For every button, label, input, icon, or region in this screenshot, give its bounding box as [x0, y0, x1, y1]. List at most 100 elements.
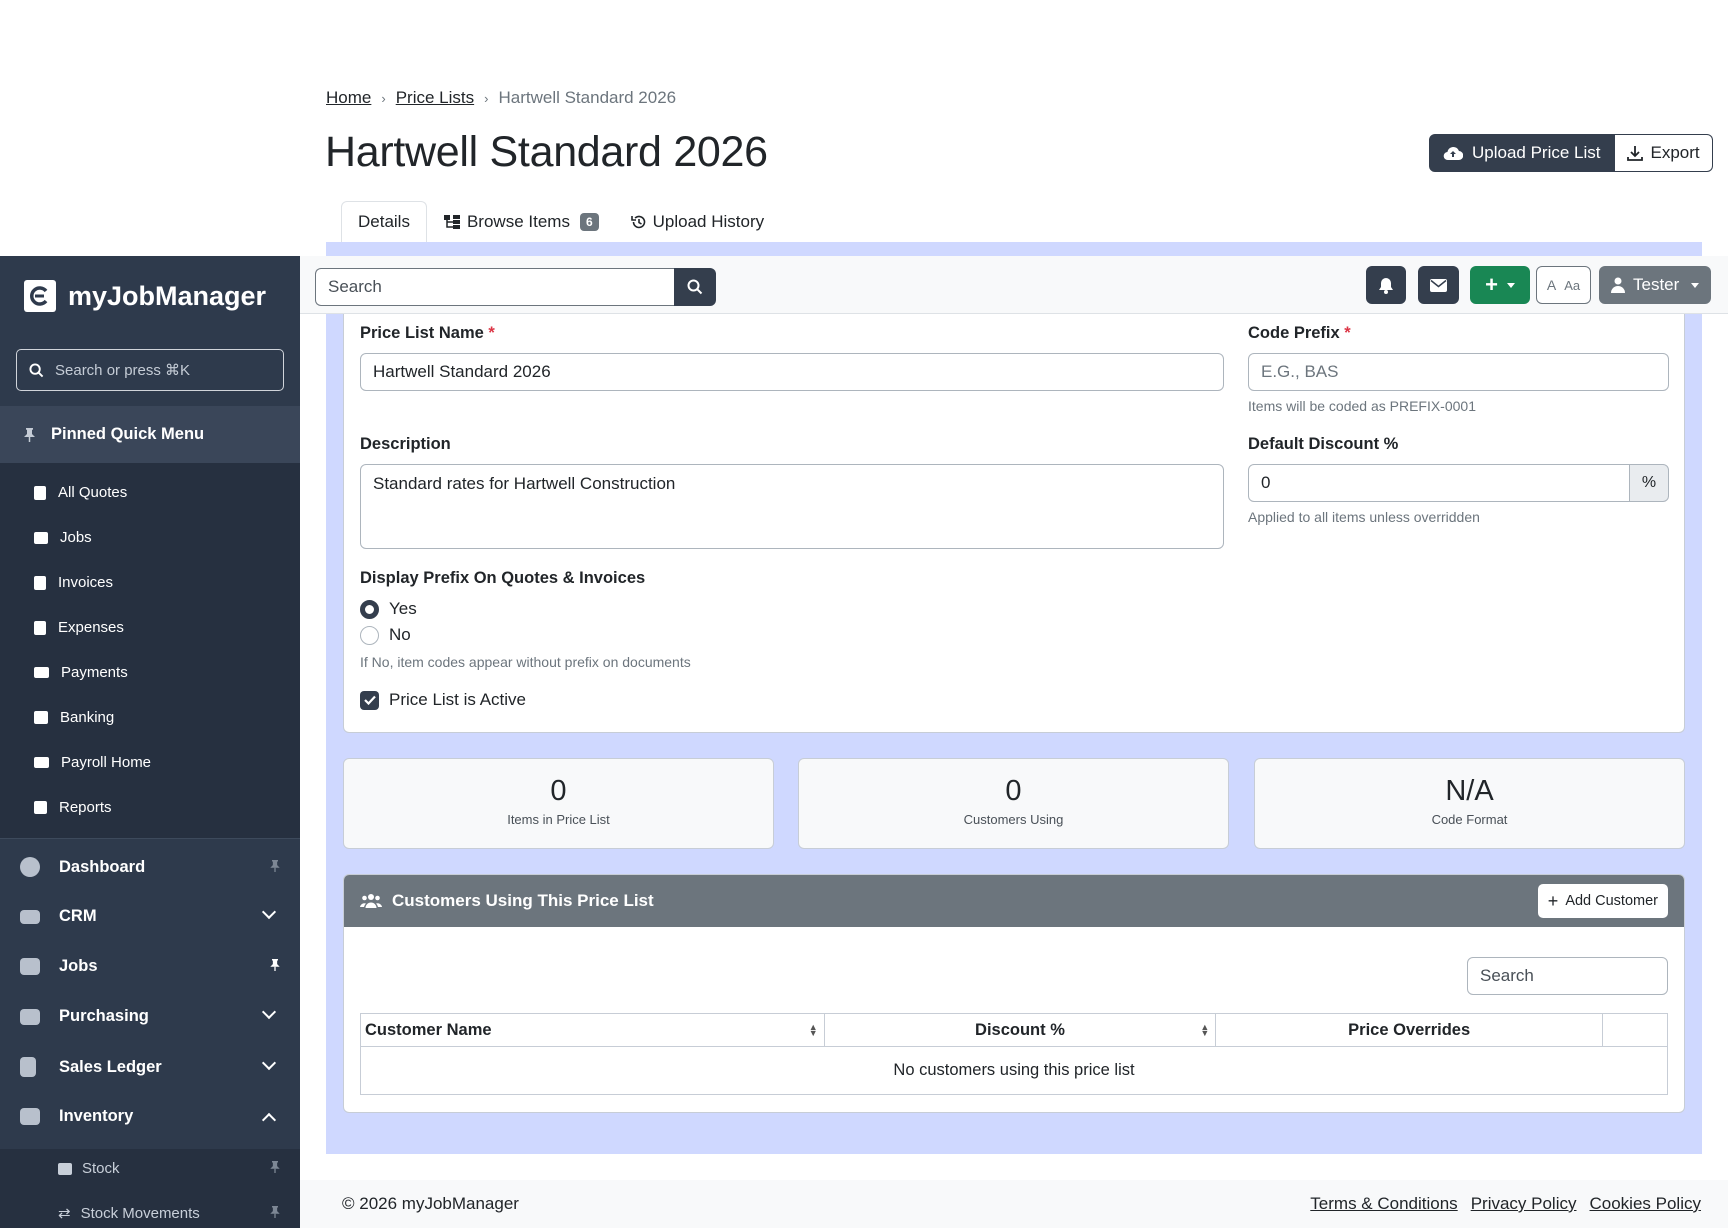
- sidebar-item-jobs[interactable]: Jobs: [34, 529, 92, 546]
- nav-item-sales-ledger[interactable]: Sales Ledger: [20, 1055, 280, 1077]
- gauge-icon: [20, 857, 40, 877]
- sidebar-search-input[interactable]: Search or press ⌘K: [16, 349, 284, 391]
- sidebar-item-reports[interactable]: Reports: [34, 799, 112, 816]
- breadcrumb-price-lists-link[interactable]: Price Lists: [396, 88, 474, 108]
- customers-search-input[interactable]: [1467, 957, 1668, 995]
- breadcrumb-home-link[interactable]: Home: [326, 88, 371, 108]
- radio-yes-button[interactable]: [360, 599, 379, 619]
- sidebar-search-placeholder: Search or press ⌘K: [55, 362, 191, 379]
- sort-icon[interactable]: ▲ ▼: [1200, 1023, 1209, 1038]
- terms-link[interactable]: Terms & Conditions: [1310, 1194, 1457, 1214]
- pinned-quick-menu-toggle[interactable]: Pinned Quick Menu: [0, 406, 300, 463]
- bell-icon: [1379, 277, 1393, 294]
- add-customer-button[interactable]: + Add Customer: [1537, 884, 1668, 918]
- customers-table: Customer Name ▲ ▼ Discount % ▲ ▼ Price Overr…: [360, 1013, 1668, 1095]
- cart-icon: [20, 1008, 40, 1025]
- sidebar-item-payments[interactable]: Payments: [34, 664, 128, 681]
- export-button[interactable]: Export: [1614, 134, 1713, 172]
- default-discount-input[interactable]: [1248, 464, 1630, 502]
- default-discount-help: Applied to all items unless overridden: [1248, 509, 1480, 525]
- font-size-toggle[interactable]: A Aa: [1536, 266, 1591, 304]
- font-large-label: Aa: [1564, 277, 1581, 293]
- global-search-input[interactable]: [315, 268, 675, 306]
- sidebar-item-stock-movements[interactable]: ⇄ Stock Movements: [58, 1204, 280, 1222]
- description-textarea[interactable]: Standard rates for Hartwell Construction: [360, 464, 1224, 549]
- display-prefix-label: Display Prefix On Quotes & Invoices: [360, 569, 646, 587]
- radio-yes-label: Yes: [389, 599, 417, 618]
- receipt-icon: [34, 620, 46, 635]
- nav-item-crm[interactable]: CRM: [20, 904, 280, 926]
- font-small-label: A: [1546, 277, 1557, 293]
- column-customer-name[interactable]: Customer Name ▲ ▼: [360, 1013, 825, 1047]
- money-check-icon: [34, 667, 49, 678]
- customers-card-title: Customers Using This Price List: [392, 891, 654, 910]
- active-checkbox-label: Price List is Active: [389, 690, 526, 709]
- tab-upload-history-label: Upload History: [652, 211, 765, 231]
- pin-icon[interactable]: [270, 1205, 280, 1222]
- search-icon: [687, 279, 703, 295]
- caret-down-icon: [1506, 282, 1515, 288]
- radio-yes[interactable]: Yes: [360, 599, 417, 619]
- nav-item-jobs[interactable]: Jobs: [20, 957, 280, 976]
- chevron-right-icon: ›: [381, 90, 386, 106]
- default-discount-label: Default Discount %: [1248, 435, 1399, 453]
- table-row: No customers using this price list: [360, 1046, 1668, 1095]
- user-menu-button[interactable]: Tester: [1599, 266, 1712, 304]
- messages-button[interactable]: [1418, 266, 1459, 304]
- chart-line-icon: [34, 801, 47, 814]
- quick-add-button[interactable]: +: [1470, 266, 1530, 304]
- tab-details-label: Details: [358, 212, 410, 231]
- stat-label: Customers Using: [963, 812, 1064, 827]
- stat-value: N/A: [1445, 775, 1494, 807]
- radio-no[interactable]: No: [360, 625, 411, 645]
- radio-no-button[interactable]: [360, 625, 379, 645]
- boxes-icon: [58, 1162, 72, 1175]
- sidebar-item-banking[interactable]: Banking: [34, 709, 114, 726]
- sidebar-item-expenses[interactable]: Expenses: [34, 619, 124, 636]
- briefcase-icon: [34, 531, 48, 544]
- notifications-button[interactable]: [1366, 266, 1406, 304]
- sidebar-item-payroll-home[interactable]: Payroll Home: [34, 754, 151, 771]
- pin-icon[interactable]: [270, 957, 280, 976]
- active-checkbox[interactable]: [360, 690, 379, 710]
- price-list-name-input[interactable]: [360, 353, 1224, 391]
- plus-icon: +: [1485, 272, 1498, 297]
- breadcrumb: Home › Price Lists › Hartwell Standard 2…: [326, 88, 676, 108]
- sort-icon[interactable]: ▲ ▼: [809, 1023, 818, 1038]
- breadcrumb-current: Hartwell Standard 2026: [498, 88, 677, 107]
- tab-browse-items[interactable]: Browse Items 6: [427, 201, 615, 242]
- tab-details[interactable]: Details: [341, 201, 427, 242]
- footer: © 2026 myJobManager Terms & Conditions P…: [300, 1180, 1728, 1228]
- sidebar-item-all-quotes[interactable]: All Quotes: [34, 484, 127, 501]
- sidebar-item-stock[interactable]: Stock: [58, 1160, 280, 1177]
- file-invoice-dollar-icon: [20, 1057, 36, 1077]
- pin-icon[interactable]: [270, 858, 280, 877]
- stat-customers-using: 0 Customers Using: [798, 758, 1229, 849]
- pin-icon[interactable]: [270, 1160, 280, 1177]
- upload-price-list-button[interactable]: Upload Price List: [1429, 134, 1615, 172]
- brand-logo[interactable]: myJobManager: [24, 280, 266, 312]
- nav-item-purchasing[interactable]: Purchasing: [20, 1004, 280, 1026]
- column-discount[interactable]: Discount % ▲ ▼: [823, 1013, 1217, 1047]
- nav-item-dashboard[interactable]: Dashboard: [20, 857, 280, 877]
- search-button[interactable]: [674, 268, 716, 306]
- tab-bar: Details Browse Items 6 Upload History: [341, 201, 780, 242]
- upload-price-list-label: Upload Price List: [1472, 143, 1601, 162]
- browse-items-count-badge: 6: [579, 212, 599, 231]
- code-prefix-input[interactable]: [1248, 353, 1669, 391]
- active-checkbox-row[interactable]: Price List is Active: [360, 690, 526, 710]
- export-label: Export: [1650, 143, 1700, 162]
- brand-name: myJobManager: [68, 280, 267, 311]
- nav-item-inventory[interactable]: Inventory: [20, 1107, 280, 1128]
- cookies-link[interactable]: Cookies Policy: [1590, 1194, 1702, 1214]
- logo-icon: [24, 280, 56, 312]
- privacy-link[interactable]: Privacy Policy: [1471, 1194, 1577, 1214]
- customers-card: Customers Using This Price List + Add Cu…: [343, 874, 1685, 1113]
- tab-upload-history[interactable]: Upload History: [615, 201, 781, 242]
- sidebar-item-invoices[interactable]: Invoices: [34, 574, 113, 591]
- exchange-icon: ⇄: [58, 1205, 71, 1222]
- column-actions: [1602, 1013, 1668, 1047]
- stat-value: 0: [550, 775, 567, 807]
- file-icon: [34, 485, 46, 500]
- price-list-name-label: Price List Name *: [360, 324, 495, 342]
